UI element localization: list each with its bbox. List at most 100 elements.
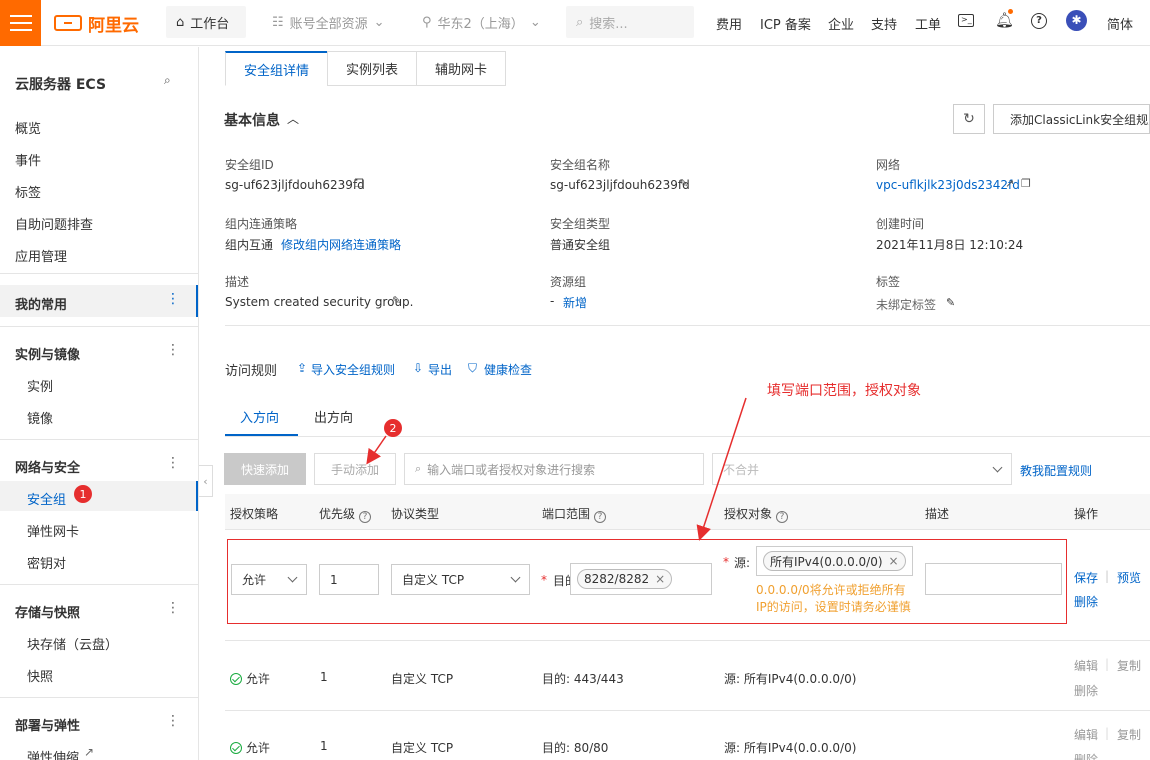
divider bbox=[0, 439, 198, 440]
health-check-link[interactable]: 健康检查 bbox=[484, 361, 532, 378]
nav-support[interactable]: 支持 bbox=[871, 14, 897, 33]
sidebar-item-apps[interactable]: 应用管理 bbox=[15, 246, 67, 265]
add-classiclink-button[interactable]: 添加ClassicLink安全组规则 bbox=[993, 104, 1150, 134]
tags-label: 标签 bbox=[876, 275, 901, 289]
nav-icp[interactable]: ICP 备案 bbox=[760, 14, 811, 33]
global-search-input[interactable]: ⌕ 搜索... bbox=[566, 6, 694, 38]
close-icon[interactable]: × bbox=[889, 554, 899, 568]
source-warning: 0.0.0.0/0将允许或拒绝所有IP的访问，设置时请务必谨慎 bbox=[756, 583, 911, 614]
collapse-sidebar-handle[interactable]: ‹ bbox=[199, 465, 213, 497]
external-link-icon[interactable]: ↗ bbox=[1005, 177, 1014, 190]
sidebar-item-disk[interactable]: 块存储（云盘） bbox=[27, 634, 118, 653]
tab-outbound[interactable]: 出方向 bbox=[314, 407, 353, 426]
sidebar-group-deploy[interactable]: 部署与弹性 bbox=[15, 715, 80, 734]
search-icon: ⌕ bbox=[415, 462, 422, 475]
menu-icon[interactable] bbox=[0, 0, 41, 46]
tab-sg-details[interactable]: 安全组详情 bbox=[225, 51, 328, 86]
edit-link[interactable]: 编辑 bbox=[1074, 657, 1098, 674]
workbench-button[interactable]: ⌂ 工作台 bbox=[166, 6, 246, 38]
delete-link[interactable]: 删除 bbox=[1074, 682, 1098, 699]
manual-add-button[interactable]: 手动添加 bbox=[314, 453, 396, 485]
terminal-icon[interactable]: >_ bbox=[958, 14, 974, 27]
description-input[interactable] bbox=[925, 563, 1062, 595]
search-icon: ⌕ bbox=[576, 14, 584, 30]
more-icon[interactable]: ⋮ bbox=[166, 342, 180, 358]
delete-link[interactable]: 删除 bbox=[1074, 751, 1098, 760]
copy-link[interactable]: 复制 bbox=[1117, 657, 1141, 674]
source-input[interactable]: 所有IPv4(0.0.0.0/0) × bbox=[756, 546, 913, 576]
shield-check-icon[interactable]: ⛉ bbox=[468, 361, 477, 376]
close-icon[interactable]: × bbox=[655, 572, 665, 586]
copy-link[interactable]: 复制 bbox=[1117, 726, 1141, 743]
add-resource-group-link[interactable]: 新增 bbox=[563, 294, 587, 311]
sidebar-item-events[interactable]: 事件 bbox=[15, 150, 41, 169]
sidebar-item-snapshot[interactable]: 快照 bbox=[27, 666, 53, 685]
refresh-button[interactable]: ↻ bbox=[953, 104, 985, 134]
help-icon[interactable]: ? bbox=[594, 511, 607, 523]
resource-group-label: 资源组 bbox=[550, 275, 587, 289]
table-row: 允许 1 自定义 TCP 目的: 80/80 源: 所有IPv4(0.0.0.0… bbox=[225, 711, 1150, 760]
more-icon[interactable]: ⋮ bbox=[166, 713, 180, 729]
sidebar-group-instances[interactable]: 实例与镜像 bbox=[15, 344, 80, 363]
sidebar-search-icon[interactable]: ⌕ bbox=[164, 73, 171, 88]
edit-icon[interactable]: ✎ bbox=[392, 294, 401, 307]
port-range-input[interactable]: 8282/8282 × bbox=[570, 563, 712, 595]
sidebar-item-images[interactable]: 镜像 bbox=[27, 408, 53, 427]
tab-instance-list[interactable]: 实例列表 bbox=[327, 51, 417, 86]
merge-select[interactable]: 不合并 bbox=[712, 453, 1012, 485]
nav-enterprise[interactable]: 企业 bbox=[828, 14, 854, 33]
more-icon[interactable]: ⋮ bbox=[166, 291, 180, 307]
import-rules-link[interactable]: 导入安全组规则 bbox=[311, 361, 395, 378]
vpc-link[interactable]: vpc-uflkjlk23j0ds2342fd bbox=[876, 178, 1020, 192]
tab-secondary-eni[interactable]: 辅助网卡 bbox=[416, 51, 506, 86]
more-icon[interactable]: ⋮ bbox=[166, 600, 180, 616]
nav-billing[interactable]: 费用 bbox=[716, 14, 742, 33]
delete-link[interactable]: 删除 bbox=[1074, 593, 1098, 610]
chevron-up-icon[interactable]: ︿ bbox=[287, 110, 299, 127]
preview-link[interactable]: 预览 bbox=[1117, 569, 1141, 586]
help-icon[interactable]: ? bbox=[776, 511, 789, 523]
account-resource-select[interactable]: ☷ 账号全部资源 ⌄ bbox=[262, 6, 395, 38]
language-switch[interactable]: 简体 bbox=[1107, 14, 1133, 33]
tab-inbound[interactable]: 入方向 bbox=[240, 407, 279, 426]
region-select[interactable]: ⚲ 华东2（上海） ⌄ bbox=[412, 6, 551, 38]
quick-add-button[interactable]: 快速添加 bbox=[224, 453, 306, 485]
sidebar-item-keypair[interactable]: 密钥对 bbox=[27, 553, 66, 572]
separator: | bbox=[1105, 569, 1110, 583]
aliyun-logo[interactable]: 阿里云 bbox=[54, 10, 139, 36]
sg-type-label: 安全组类型 bbox=[550, 217, 611, 231]
sidebar-item-overview[interactable]: 概览 bbox=[15, 118, 41, 137]
help-icon[interactable]: ? bbox=[359, 511, 372, 523]
chevron-down-icon bbox=[510, 572, 521, 583]
sidebar-group-network[interactable]: 网络与安全 bbox=[15, 457, 80, 476]
sidebar-item-tags[interactable]: 标签 bbox=[15, 182, 41, 201]
copy-icon[interactable]: ❐ bbox=[1021, 177, 1031, 190]
priority-input[interactable]: 1 bbox=[319, 564, 379, 595]
more-icon[interactable]: ⋮ bbox=[166, 455, 180, 471]
help-icon[interactable]: ? bbox=[1031, 13, 1047, 29]
sidebar-item-eni[interactable]: 弹性网卡 bbox=[27, 521, 79, 540]
edit-icon[interactable]: ✎ bbox=[679, 177, 688, 190]
avatar[interactable]: ✱ bbox=[1066, 10, 1087, 31]
sidebar-item-autoscaling[interactable]: 弹性伸缩 bbox=[27, 747, 79, 760]
tags-value: 未绑定标签 bbox=[876, 298, 937, 312]
edit-link[interactable]: 编辑 bbox=[1074, 726, 1098, 743]
protocol-select[interactable]: 自定义 TCP bbox=[391, 564, 530, 595]
rule-search-input[interactable]: ⌕ 输入端口或者授权对象进行搜索 bbox=[404, 453, 704, 485]
modify-policy-link[interactable]: 修改组内网络连通策略 bbox=[281, 236, 401, 253]
step-badge-1: 1 bbox=[74, 485, 92, 503]
teach-config-link[interactable]: 教我配置规则 bbox=[1020, 462, 1092, 479]
sidebar-item-favorites[interactable]: 我的常用 ⋮ bbox=[0, 285, 198, 317]
export-link[interactable]: 导出 bbox=[428, 361, 452, 378]
sidebar-item-troubleshoot[interactable]: 自助问题排查 bbox=[15, 214, 93, 233]
copy-icon[interactable]: ❐ bbox=[354, 177, 364, 190]
sidebar-group-storage[interactable]: 存储与快照 bbox=[15, 602, 80, 621]
sidebar-item-security-group[interactable]: 安全组 1 bbox=[0, 481, 198, 511]
edit-icon[interactable]: ✎ bbox=[946, 296, 955, 309]
nav-ticket[interactable]: 工单 bbox=[915, 14, 941, 33]
save-link[interactable]: 保存 bbox=[1074, 569, 1098, 586]
sidebar-item-instances[interactable]: 实例 bbox=[27, 376, 53, 395]
export-icon[interactable]: ⇩ bbox=[413, 361, 423, 375]
policy-select[interactable]: 允许 bbox=[231, 564, 307, 595]
import-icon[interactable]: ⇪ bbox=[297, 361, 307, 375]
